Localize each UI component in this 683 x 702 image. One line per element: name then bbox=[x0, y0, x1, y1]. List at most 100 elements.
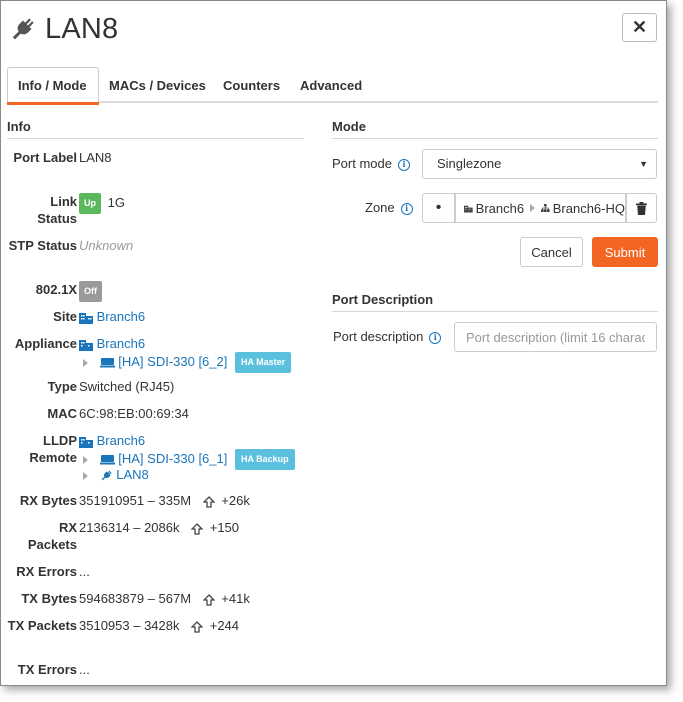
trash-icon bbox=[636, 201, 647, 215]
sitemap-icon bbox=[541, 204, 550, 212]
info-section-title: Info bbox=[7, 119, 31, 134]
stp-status-label: STP Status bbox=[8, 238, 77, 253]
dot1x-value: Off bbox=[79, 281, 102, 302]
dialog-title: LAN8 bbox=[45, 12, 119, 45]
tx-errors-label: TX Errors bbox=[17, 662, 77, 677]
zone-dot: • bbox=[435, 199, 442, 216]
tab-counters[interactable]: Counters bbox=[213, 67, 290, 103]
port-description-section-title: Port Description bbox=[332, 292, 434, 307]
building-icon bbox=[79, 340, 93, 352]
info-divider bbox=[7, 138, 304, 139]
arrow-up-icon bbox=[202, 593, 215, 606]
tab-advanced[interactable]: Advanced bbox=[290, 67, 372, 103]
breadcrumb-separator-icon bbox=[530, 204, 536, 212]
tx-bytes-total: 594683879 ‒ 567M bbox=[79, 591, 192, 606]
building-icon bbox=[79, 313, 93, 325]
lldp-site-link[interactable]: Branch6 bbox=[97, 433, 145, 448]
link-status-label: Link Status bbox=[37, 194, 77, 226]
chevron-down-icon: ▼ bbox=[639, 159, 648, 169]
type-value: Switched (RJ45) bbox=[79, 379, 175, 394]
expand-icon[interactable] bbox=[83, 358, 88, 367]
info-icon[interactable]: i bbox=[400, 202, 413, 215]
plug-icon bbox=[101, 470, 112, 481]
status-badge-off: Off bbox=[79, 281, 102, 302]
building-icon bbox=[464, 205, 473, 213]
type-label: Type bbox=[47, 379, 77, 394]
plug-icon bbox=[12, 18, 34, 40]
port-mode-select[interactable]: Singlezone ▼ bbox=[422, 149, 657, 179]
zone-select-button[interactable]: • bbox=[422, 193, 455, 223]
cancel-button[interactable]: Cancel bbox=[520, 237, 583, 267]
tx-packets-value: 3510953 ‒ 3428k +244 bbox=[79, 617, 239, 634]
tx-bytes-delta: +41k bbox=[221, 591, 250, 606]
port-label-label: Port Label bbox=[13, 150, 77, 165]
tx-packets-label: TX Packets bbox=[7, 618, 77, 633]
rx-errors-value: ... bbox=[79, 564, 90, 579]
zone-site: Branch6 bbox=[475, 200, 525, 216]
rx-bytes-value: 351910951 ‒ 335M +26k bbox=[79, 492, 250, 509]
device-icon bbox=[99, 358, 115, 368]
port-mode-label: Port mode bbox=[332, 156, 392, 171]
appliance-site-link[interactable]: Branch6 bbox=[97, 336, 145, 351]
rx-packets-value: 2136314 ‒ 2086k +150 bbox=[79, 519, 239, 536]
tx-packets-delta: +244 bbox=[209, 618, 240, 633]
port-description-label-group: Port description i bbox=[333, 329, 442, 344]
site-value[interactable]: Branch6 bbox=[79, 308, 145, 325]
mode-divider bbox=[332, 138, 658, 139]
info-icon[interactable]: i bbox=[429, 331, 442, 344]
info-icon[interactable]: i bbox=[397, 158, 410, 171]
appliance-device[interactable]: [HA] SDI-330 [6_2] HA Master bbox=[79, 352, 292, 373]
rx-bytes-delta: +26k bbox=[221, 493, 250, 508]
submit-button[interactable]: Submit bbox=[592, 237, 658, 267]
building-icon bbox=[79, 437, 93, 449]
lldp-port-link[interactable]: LAN8 bbox=[116, 467, 149, 482]
port-mode-value: Singlezone bbox=[437, 156, 502, 171]
rx-packets-total: 2136314 ‒ 2086k bbox=[79, 520, 180, 535]
tab-info-mode[interactable]: Info / Mode bbox=[7, 67, 99, 105]
site-label: Site bbox=[53, 309, 77, 324]
link-speed: 1G bbox=[107, 194, 125, 210]
zone-delete-button[interactable] bbox=[626, 193, 657, 223]
status-badge-up: Up bbox=[79, 193, 101, 214]
port-description-divider bbox=[332, 311, 658, 312]
port-mode-label-group: Port mode i bbox=[332, 156, 410, 171]
expand-icon[interactable] bbox=[83, 455, 88, 464]
mac-label: MAC bbox=[47, 406, 77, 421]
arrow-up-icon bbox=[191, 522, 204, 535]
rx-errors-label: RX Errors bbox=[16, 564, 77, 579]
link-status-value: Up 1G bbox=[79, 193, 125, 214]
tx-packets-total: 3510953 ‒ 3428k bbox=[79, 618, 180, 633]
rx-bytes-total: 351910951 ‒ 335M bbox=[79, 493, 192, 508]
zone-label: Zone bbox=[365, 200, 395, 215]
expand-icon[interactable] bbox=[83, 471, 88, 480]
stp-status-value: Unknown bbox=[79, 238, 134, 253]
lldp-remote-label: LLDP Remote bbox=[29, 433, 77, 465]
zone-path[interactable]: Branch6 Branch6-HQ bbox=[455, 193, 626, 223]
close-icon: ✕ bbox=[631, 17, 648, 37]
close-button[interactable]: ✕ bbox=[622, 13, 657, 42]
mode-section-title: Mode bbox=[332, 119, 366, 134]
tx-errors-value: ... bbox=[79, 662, 90, 677]
arrow-up-icon bbox=[191, 620, 204, 633]
device-icon bbox=[99, 455, 115, 465]
zone-label-group: Zone i bbox=[365, 200, 413, 215]
arrow-up-icon bbox=[202, 495, 215, 508]
ha-backup-badge: HA Backup bbox=[235, 449, 295, 470]
appliance-label: Appliance bbox=[14, 336, 77, 351]
tx-bytes-value: 594683879 ‒ 567M +41k bbox=[79, 590, 250, 607]
tab-macs-devices[interactable]: MACs / Devices bbox=[99, 67, 216, 103]
site-link[interactable]: Branch6 bbox=[97, 309, 145, 324]
appliance-device-link[interactable]: [HA] SDI-330 [6_2] bbox=[118, 354, 227, 369]
appliance-site[interactable]: Branch6 bbox=[79, 335, 145, 352]
rx-packets-label: RX Packets bbox=[27, 520, 77, 552]
dot1x-label: 802.1X bbox=[35, 282, 77, 297]
zone-name: Branch6-HQ bbox=[552, 200, 625, 216]
lldp-port[interactable]: LAN8 bbox=[79, 466, 149, 483]
ha-master-badge: HA Master bbox=[235, 352, 292, 373]
tx-bytes-label: TX Bytes bbox=[21, 591, 77, 606]
lldp-site[interactable]: Branch6 bbox=[79, 432, 145, 449]
lldp-device-link[interactable]: [HA] SDI-330 [6_1] bbox=[118, 451, 227, 466]
dialog-header: LAN8 bbox=[9, 9, 118, 49]
mac-value: 6C:98:EB:00:69:34 bbox=[79, 406, 189, 421]
port-description-input[interactable] bbox=[454, 322, 657, 352]
